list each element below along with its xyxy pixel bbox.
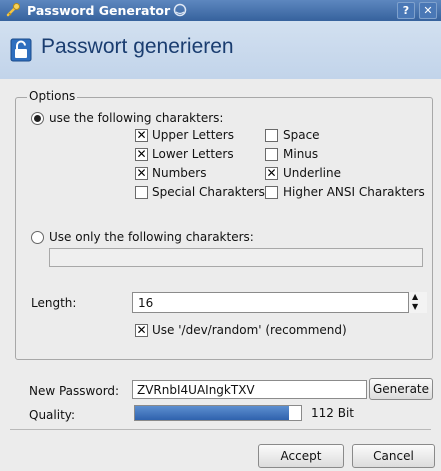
accept-button-label[interactable]: Accept (281, 449, 322, 463)
radio-use-only[interactable] (31, 231, 44, 244)
accept-button[interactable]: Accept (258, 444, 344, 468)
title-bar: Password Generator ? ✕ (0, 0, 441, 21)
checkbox-dev-random[interactable] (135, 323, 148, 337)
radio-use-only-label[interactable]: Use only the following charakters: (49, 230, 254, 244)
new-password-label: New Password: (29, 384, 120, 398)
page-title: Passwort generieren (41, 35, 234, 58)
checkbox-underline[interactable] (265, 166, 278, 180)
checkbox-upper-letters-label[interactable]: Upper Letters (152, 128, 234, 142)
length-value[interactable]: 16 (138, 296, 153, 310)
new-password-input[interactable]: ZVRnbI4UAIngkTXV (132, 380, 367, 399)
checkbox-special-charakters-label[interactable]: Special Charakters (152, 185, 265, 199)
checkbox-lower-letters[interactable] (135, 147, 148, 161)
spin-up-icon[interactable]: ▲ (412, 292, 418, 301)
checkbox-space[interactable] (265, 129, 278, 142)
checkbox-underline-label[interactable]: Underline (283, 166, 341, 180)
length-label: Length: (31, 296, 77, 310)
pin-icon[interactable] (173, 3, 187, 17)
header-banner: Passwort generieren (0, 21, 441, 79)
quality-value: 112 Bit (311, 406, 354, 420)
checkbox-space-label[interactable]: Space (283, 128, 320, 142)
checkbox-special-charakters[interactable] (135, 186, 148, 199)
lock-icon (10, 38, 32, 62)
cancel-button-label[interactable]: Cancel (373, 449, 414, 463)
checkbox-minus-label[interactable]: Minus (283, 147, 318, 161)
radio-use-following-label[interactable]: use the following charakters: (49, 111, 223, 125)
window-title: Password Generator (27, 3, 171, 18)
checkbox-higher-ansi[interactable] (265, 186, 278, 199)
quality-label: Quality: (29, 408, 76, 422)
checkbox-minus[interactable] (265, 148, 278, 161)
checkbox-numbers[interactable] (135, 166, 148, 180)
footer-divider (10, 429, 431, 430)
checkbox-upper-letters[interactable] (135, 128, 148, 142)
generate-button[interactable]: Generate (369, 378, 433, 400)
options-group-label: Options (27, 89, 78, 103)
only-charakters-input[interactable] (49, 248, 423, 267)
checkbox-dev-random-label[interactable]: Use '/dev/random' (recommend) (152, 323, 347, 337)
help-button[interactable]: ? (397, 2, 415, 19)
quality-bar-fill (135, 406, 290, 420)
key-icon (6, 3, 20, 17)
close-button[interactable]: ✕ (419, 2, 437, 19)
length-spinbox[interactable]: 16 (132, 292, 427, 313)
checkbox-higher-ansi-label[interactable]: Higher ANSI Charakters (283, 185, 425, 199)
checkbox-lower-letters-label[interactable]: Lower Letters (152, 147, 234, 161)
new-password-value[interactable]: ZVRnbI4UAIngkTXV (137, 383, 255, 397)
radio-use-following[interactable] (31, 112, 44, 125)
checkbox-numbers-label[interactable]: Numbers (152, 166, 206, 180)
quality-bar (134, 405, 302, 421)
spin-down-icon[interactable]: ▼ (412, 302, 418, 311)
cancel-button[interactable]: Cancel (352, 444, 435, 468)
